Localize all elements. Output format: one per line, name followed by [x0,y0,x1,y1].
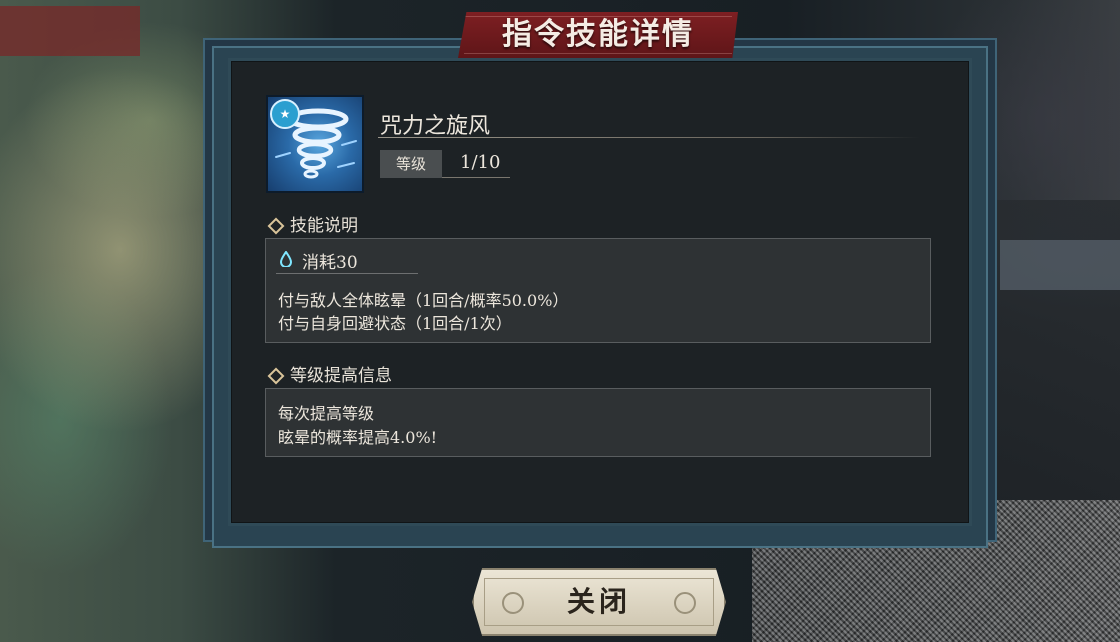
upgrade-heading-label: 等级提高信息 [290,366,392,386]
background-thumbnail [1000,240,1060,290]
skill-cost: 消耗30 [302,253,358,273]
level-label: 等级 [380,150,442,178]
upgrade-box: 每次提高等级 眩晕的概率提高4.0%! [265,388,931,457]
whirlwind-icon: ★ [266,95,364,193]
upgrade-line: 每次提高等级 [278,404,375,423]
level-value: 1/10 [460,152,501,173]
diamond-bullet-icon [267,217,285,234]
description-line: 付与自身回避状态（1回合/1次） [278,314,512,333]
mana-drop-icon [280,251,292,267]
divider [276,273,418,274]
close-button[interactable]: 关闭 [472,568,726,636]
dialog-title: 指令技能详情 [502,17,694,52]
diamond-bullet-icon [267,367,285,384]
description-heading-label: 技能说明 [290,216,358,236]
divider [378,137,920,138]
skill-name: 咒力之旋风 [380,114,491,139]
background-side-panel [990,200,1120,500]
background-banner [0,6,140,56]
description-line: 付与敌人全体眩晕（1回合/概率50.0%） [278,291,569,310]
description-heading: 技能说明 [266,211,358,236]
upgrade-heading: 等级提高信息 [266,361,392,386]
close-button-label: 关闭 [566,585,631,618]
description-box: 消耗30 付与敌人全体眩晕（1回合/概率50.0%） 付与自身回避状态（1回合/… [265,238,931,343]
background-thumbnail [1060,240,1120,290]
divider [442,177,510,178]
upgrade-line: 眩晕的概率提高4.0%! [278,428,438,447]
star-icon: ★ [270,99,300,129]
